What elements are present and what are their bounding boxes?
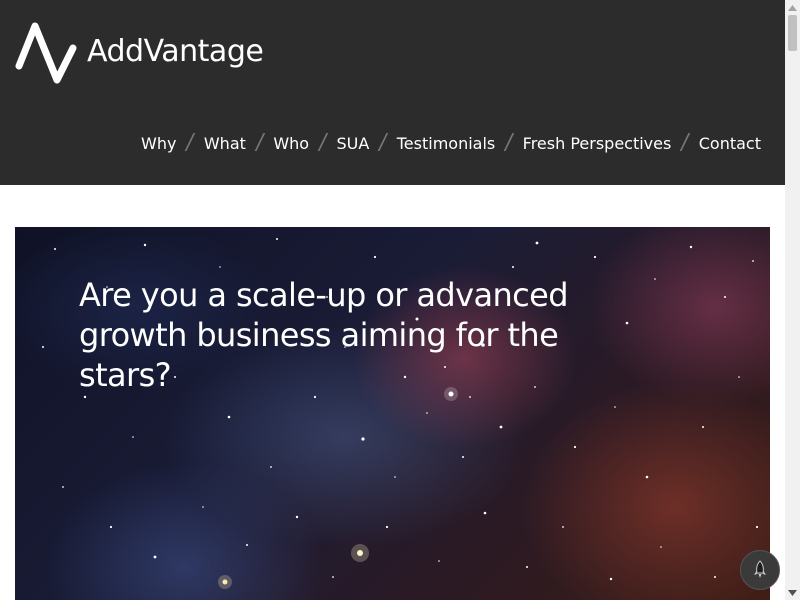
nav-separator: / <box>377 130 390 155</box>
main-nav: Why / What / Who / SUA / Testimonials / … <box>141 130 761 155</box>
nav-item-who[interactable]: Who <box>273 134 309 153</box>
site-header: AddVantage Why / What / Who / SUA / Test… <box>0 0 785 185</box>
nav-separator: / <box>679 130 692 155</box>
page: AddVantage Why / What / Who / SUA / Test… <box>0 0 785 600</box>
nav-item-fresh-perspectives[interactable]: Fresh Perspectives <box>523 134 672 153</box>
nav-separator: / <box>184 130 197 155</box>
scroll-down-arrow-icon[interactable] <box>785 585 800 600</box>
brand-name: AddVantage <box>87 33 264 69</box>
nav-item-why[interactable]: Why <box>141 134 176 153</box>
scroll-top-button[interactable] <box>740 550 780 590</box>
nav-item-sua[interactable]: SUA <box>337 134 370 153</box>
nav-item-testimonials[interactable]: Testimonials <box>397 134 496 153</box>
nav-item-what[interactable]: What <box>204 134 246 153</box>
nav-separator: / <box>503 130 515 155</box>
nav-separator: / <box>253 130 266 155</box>
nav-item-contact[interactable]: Contact <box>699 134 761 153</box>
rocket-icon <box>754 560 766 578</box>
hero-banner: Are you a scale-up or advanced growth bu… <box>15 227 770 600</box>
hero-heading: Are you a scale-up or advanced growth bu… <box>79 276 569 394</box>
nav-separator: / <box>316 130 329 155</box>
logo-link[interactable]: AddVantage <box>15 18 264 84</box>
scroll-up-arrow-icon[interactable] <box>785 0 800 15</box>
addvantage-logo-icon <box>15 22 77 84</box>
vertical-scrollbar[interactable] <box>785 0 800 600</box>
scrollbar-thumb[interactable] <box>788 15 797 51</box>
